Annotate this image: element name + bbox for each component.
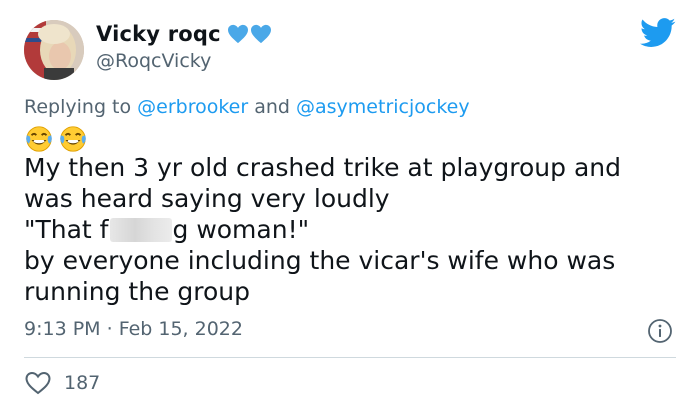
tweet-text-fragment: "That f [24, 215, 109, 244]
like-action[interactable]: 187 [24, 370, 100, 396]
replying-to-label: Replying to [24, 96, 138, 118]
tweet-line: My then 3 yr old crashed trike at playgr… [24, 153, 621, 182]
name-row: Vicky roqc [96, 22, 272, 46]
replying-conjunction: and [248, 96, 297, 118]
face-with-tears-of-joy-emoji [60, 126, 86, 152]
meta-separator: · [100, 318, 119, 340]
blue-heart-icon [227, 24, 248, 44]
mention-asymetricjockey[interactable]: @asymetricjockey [296, 96, 470, 118]
like-count: 187 [64, 372, 101, 394]
blurred-censor-box [109, 218, 172, 242]
replying-to-line: Replying to @erbrooker and @asymetricjoc… [24, 96, 470, 118]
blue-heart-icon [250, 24, 271, 44]
tweet-time: 9:13 PM [24, 318, 101, 340]
emoji-row [24, 124, 88, 154]
timestamp[interactable]: 9:13 PM · Feb 15, 2022 [24, 318, 243, 340]
display-name[interactable]: Vicky roqc [96, 22, 221, 46]
tweet-line: "That f g woman!" [24, 214, 684, 245]
tweet-date: Feb 15, 2022 [118, 318, 243, 340]
tweet-body: My then 3 yr old crashed trike at playgr… [24, 152, 684, 307]
avatar[interactable] [24, 20, 84, 80]
blue-hearts [227, 24, 272, 44]
face-with-tears-of-joy-emoji [26, 126, 52, 152]
tweet-line: by everyone including the vicar's wife w… [24, 246, 616, 275]
tweet-line: running the group [24, 277, 251, 306]
mention-erbrooker[interactable]: @erbrooker [137, 96, 248, 118]
user-handle[interactable]: @RoqcVicky [96, 50, 211, 72]
tweet-text-fragment: g woman!" [172, 215, 310, 244]
tweet-card: Vicky roqc @RoqcVicky Replying to @erbro… [0, 0, 700, 410]
tweet-line: was heard saying very loudly [24, 184, 390, 213]
heart-outline-icon[interactable] [24, 370, 52, 396]
twitter-bird-icon[interactable] [640, 18, 676, 48]
divider [24, 357, 676, 358]
info-icon[interactable] [647, 318, 673, 344]
